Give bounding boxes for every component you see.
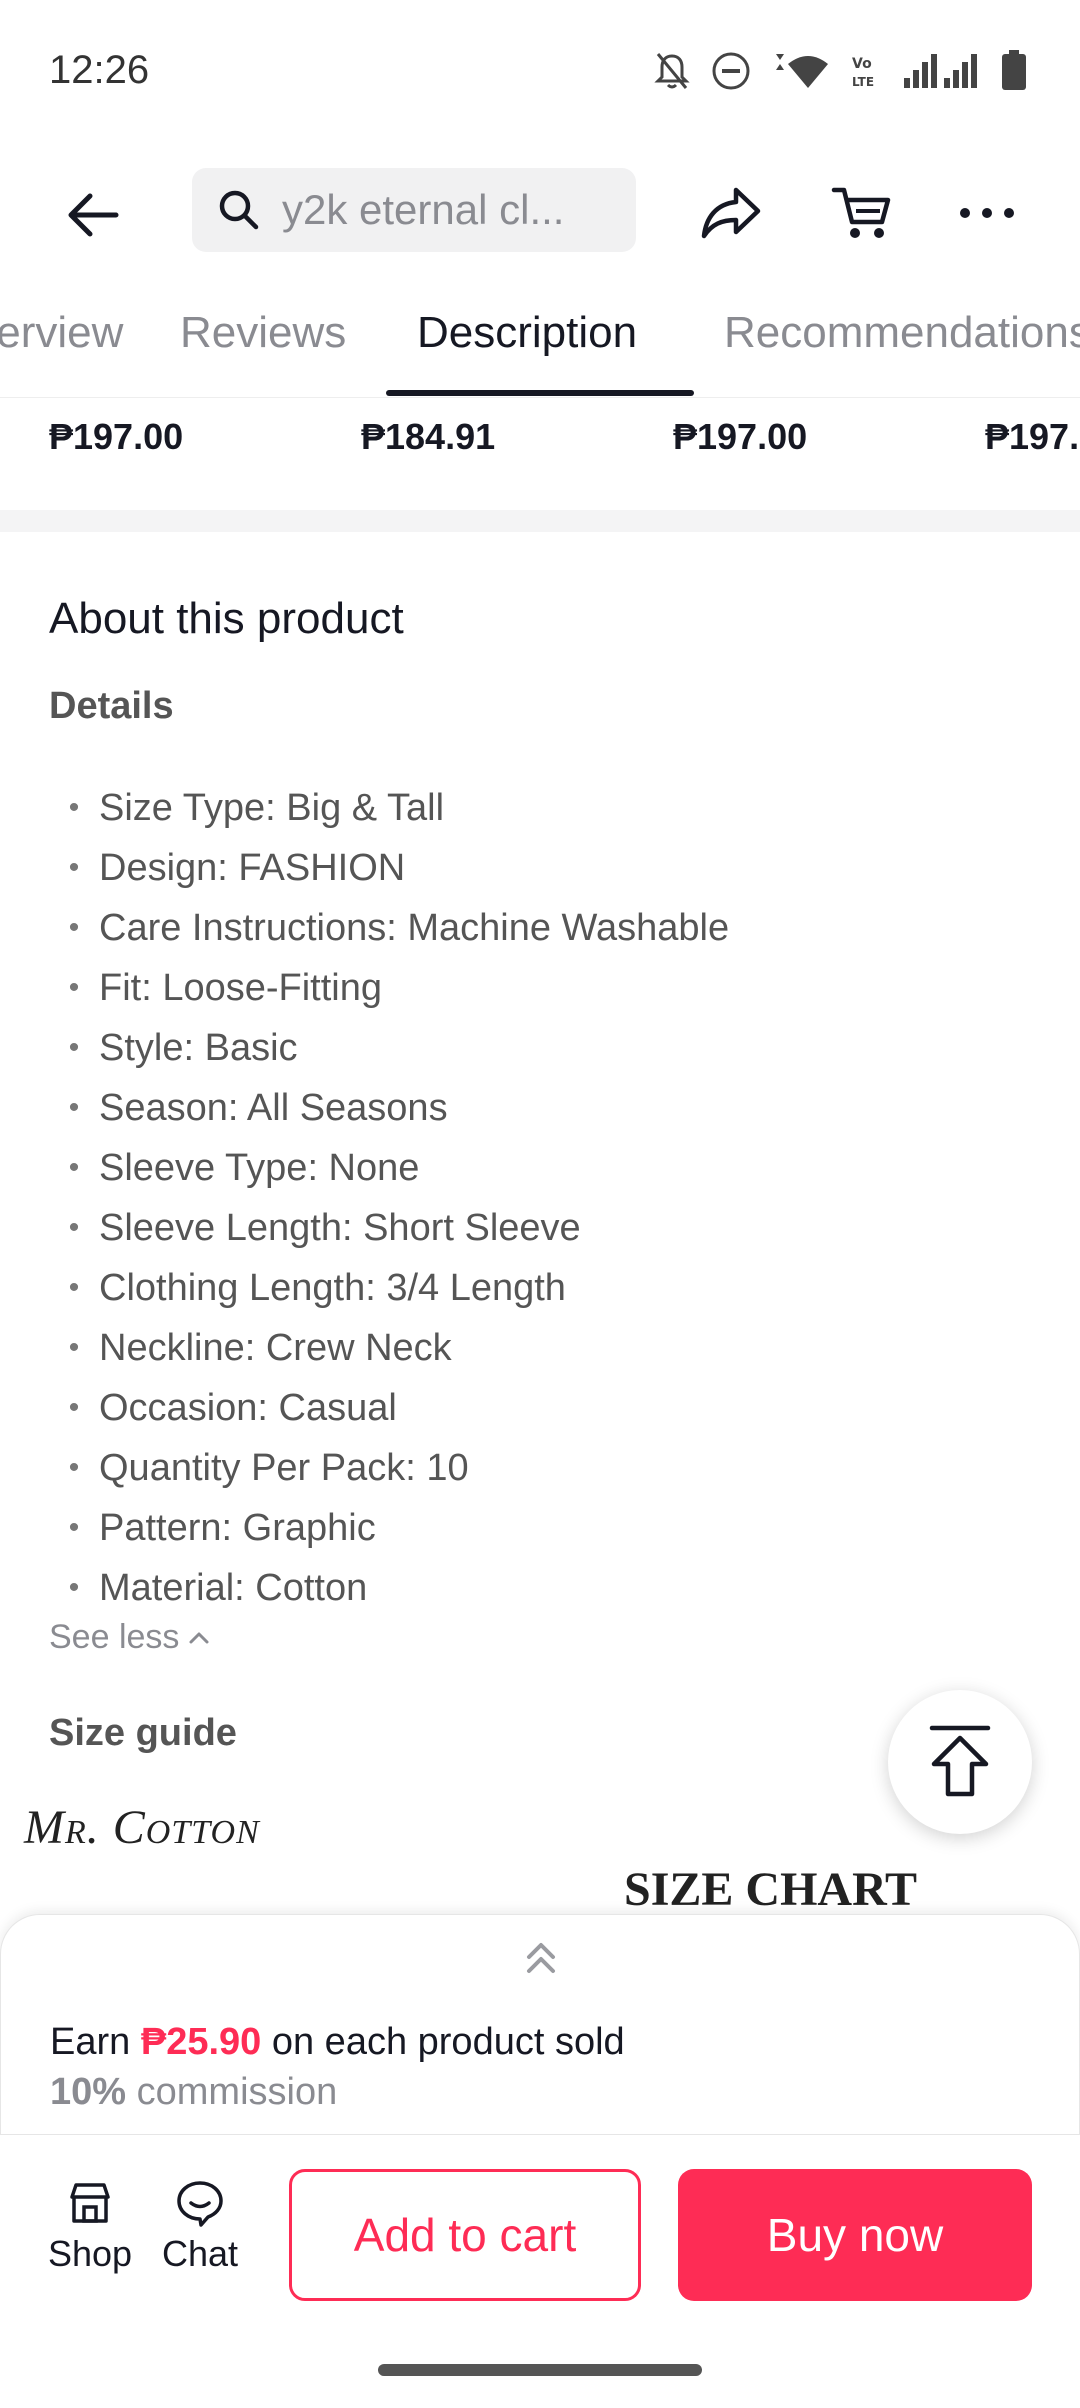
variant-price-strip: ₱197.00 ₱184.91 ₱197.00 ₱197.00 [0, 400, 1080, 510]
list-item: • Clothing Length: 3/4 Length [68, 1266, 566, 1309]
svg-text:Vo: Vo [852, 56, 872, 72]
volte-icon: Vo LTE [852, 56, 874, 89]
notifications-off-icon [654, 53, 690, 89]
commission-percent: 10% [50, 2071, 127, 2113]
scroll-top-arrow-icon [929, 1725, 991, 1797]
chevron-up-icon [189, 1632, 209, 1643]
chat-button[interactable]: Chat [150, 2179, 250, 2289]
chat-label: Chat [161, 2233, 239, 2274]
active-tab-indicator [386, 390, 694, 396]
list-item: • Sleeve Length: Short Sleeve [68, 1206, 581, 1249]
list-item: • Neckline: Crew Neck [68, 1326, 452, 1369]
back-button[interactable] [58, 180, 128, 250]
arrow-left-icon [68, 193, 119, 237]
share-button[interactable] [696, 178, 766, 248]
signal-icon [904, 54, 977, 88]
commission-panel: Earn ₱25.90 on each product sold 10% com… [0, 1914, 1080, 2134]
earn-line: Earn ₱25.90 on each product sold [50, 2021, 625, 2063]
battery-icon [1002, 50, 1026, 90]
variant-price[interactable]: ₱184.91 [361, 416, 495, 458]
list-item: • Material: Cotton [68, 1566, 368, 1609]
list-item: • Size Type: Big & Tall [68, 786, 445, 829]
scroll-to-top-button[interactable] [888, 1690, 1032, 1834]
svg-text:LTE: LTE [852, 75, 874, 89]
search-input[interactable]: y2k eternal cl... [192, 168, 636, 252]
expand-panel-button[interactable] [517, 1935, 565, 1983]
chat-icon [177, 2181, 223, 2227]
list-item: • Care Instructions: Machine Washable [68, 906, 730, 949]
commission-rate: 10% commission [50, 2071, 338, 2113]
list-item: • Season: All Seasons [68, 1086, 448, 1129]
tab-recommendations[interactable]: Recommendations [724, 308, 1080, 358]
status-bar: 12:26 Vo LTE [0, 0, 1080, 145]
double-chevron-up-icon [527, 1943, 555, 1973]
size-chart-title: SIZE CHART [624, 1863, 918, 1916]
variant-price[interactable]: ₱197.00 [49, 416, 183, 458]
cart-icon [831, 187, 891, 238]
shop-icon [70, 2183, 110, 2223]
variant-price[interactable]: ₱197.00 [673, 416, 807, 458]
add-to-cart-button[interactable]: Add to cart [289, 2169, 641, 2301]
status-icons: Vo LTE [652, 48, 1028, 94]
search-icon [219, 190, 259, 230]
details-list: • Size Type: Big & Tall • Design: FASHION … [49, 778, 1049, 1618]
list-item: • Style: Basic [68, 1026, 298, 1069]
tab-overview[interactable]: Overview [0, 308, 123, 358]
list-item: • Pattern: Graphic [68, 1506, 376, 1549]
search-text: y2k eternal cl... [282, 186, 565, 233]
size-guide-title: Size guide [49, 1712, 237, 1754]
about-title: About this product [49, 594, 404, 643]
details-title: Details [49, 685, 174, 727]
brand-logo: Mr. Cotton [24, 1801, 260, 1854]
tab-description[interactable]: Description [417, 308, 637, 358]
more-options-button[interactable] [952, 178, 1022, 248]
section-tabs: Overview Reviews Description Recommendat… [0, 290, 1080, 398]
cart-button[interactable] [828, 178, 898, 248]
variant-price[interactable]: ₱197.00 [985, 416, 1080, 458]
wifi-icon [776, 54, 828, 88]
shop-button[interactable]: Shop [40, 2179, 140, 2289]
see-less-toggle[interactable]: See less [49, 1618, 211, 1657]
more-dots-icon [960, 208, 1014, 218]
share-icon [701, 187, 761, 239]
list-item: • Quantity Per Pack: 10 [68, 1446, 469, 1489]
home-indicator[interactable] [378, 2364, 702, 2376]
buy-now-button[interactable]: Buy now [678, 2169, 1032, 2301]
top-bar: y2k eternal cl... [0, 160, 1080, 260]
status-time: 12:26 [49, 48, 150, 92]
list-item: • Occasion: Casual [68, 1386, 397, 1429]
bottom-action-bar: Shop Chat Add to cart Buy now [0, 2134, 1080, 2326]
shop-label: Shop [47, 2233, 133, 2274]
section-divider [0, 510, 1080, 532]
list-item: • Design: FASHION [68, 846, 406, 889]
tab-reviews[interactable]: Reviews [180, 308, 346, 358]
see-less-label: See less [49, 1618, 180, 1656]
do-not-disturb-icon [712, 52, 750, 90]
list-item: • Fit: Loose-Fitting [68, 966, 382, 1009]
list-item: • Sleeve Type: None [68, 1146, 420, 1189]
earn-amount: ₱25.90 [140, 2021, 262, 2063]
